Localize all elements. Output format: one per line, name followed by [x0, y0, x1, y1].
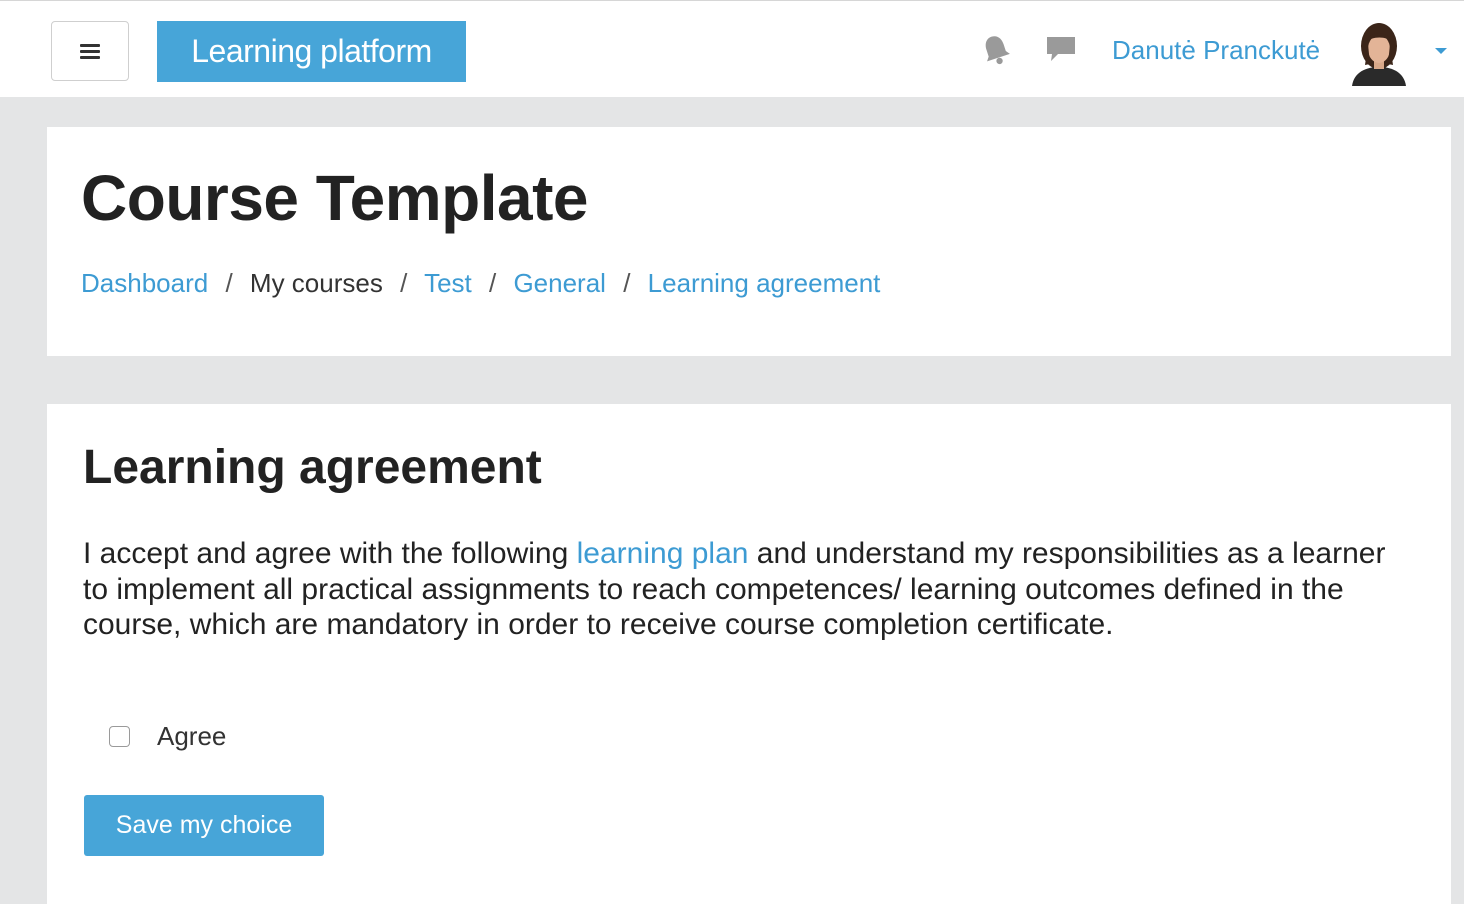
hamburger-menu-icon: [80, 44, 100, 59]
caret-down-icon[interactable]: [1432, 46, 1450, 56]
page-title: Course Template: [81, 162, 589, 234]
breadcrumb: Dashboard / My courses / Test / General …: [81, 267, 880, 299]
chat-bubble-icon[interactable]: [1044, 34, 1078, 66]
breadcrumb-item-dashboard[interactable]: Dashboard: [81, 268, 208, 298]
main-content-card: Learning agreement I accept and agree wi…: [47, 404, 1451, 904]
menu-toggle-button[interactable]: [51, 21, 129, 81]
agree-option[interactable]: Agree: [109, 720, 226, 752]
agree-checkbox[interactable]: [109, 725, 130, 747]
breadcrumb-separator: /: [400, 268, 408, 298]
page-header-card: Course Template Dashboard / My courses /…: [47, 127, 1451, 356]
breadcrumb-item-general[interactable]: General: [513, 268, 606, 298]
save-choice-button[interactable]: Save my choice: [84, 795, 324, 856]
bell-icon[interactable]: [980, 33, 1012, 67]
navbar: Learning platform Danutė Pranckutė: [0, 0, 1464, 97]
agree-label[interactable]: Agree: [157, 720, 226, 752]
breadcrumb-separator: /: [488, 268, 497, 298]
section-heading: Learning agreement: [83, 441, 542, 494]
breadcrumb-separator: /: [623, 268, 631, 298]
user-name[interactable]: Danutė Pranckutė: [1112, 34, 1320, 66]
learning-plan-link[interactable]: learning plan: [577, 537, 749, 570]
breadcrumb-separator: /: [225, 268, 233, 298]
agreement-text: I accept and agree with the following le…: [83, 536, 1403, 643]
breadcrumb-item-test[interactable]: Test: [424, 268, 472, 298]
breadcrumb-item-learning-agreement[interactable]: Learning agreement: [648, 268, 881, 298]
agreement-text-intro: I accept and agree with the following: [83, 537, 577, 570]
breadcrumb-item-my-courses: My courses: [249, 268, 383, 298]
avatar[interactable]: [1348, 20, 1410, 86]
site-brand[interactable]: Learning platform: [157, 21, 466, 82]
